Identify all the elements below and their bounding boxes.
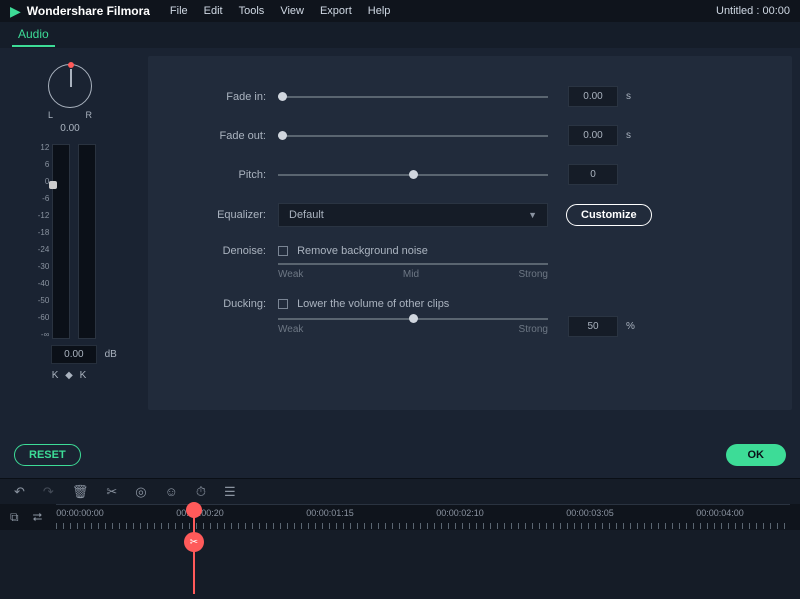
menu-edit[interactable]: Edit (204, 5, 223, 17)
duration-icon[interactable]: ⏱ (196, 484, 206, 500)
playhead-handle-icon[interactable] (186, 502, 202, 518)
speed-icon[interactable]: ☺ (165, 484, 178, 499)
customize-button[interactable]: Customize (566, 204, 652, 226)
app-title: Wondershare Filmora (27, 4, 150, 18)
undo-icon[interactable]: ↶ (14, 484, 25, 500)
pitch-slider[interactable] (278, 174, 548, 176)
fade-out-slider[interactable] (278, 135, 548, 137)
menu-file[interactable]: File (170, 5, 188, 17)
main-menu: File Edit Tools View Export Help (170, 5, 716, 17)
playhead[interactable]: ✂ (193, 504, 195, 594)
left-panel: L R 0.00 1260 -6-12-18 -24-30-40 -50-60-… (0, 48, 140, 418)
menu-help[interactable]: Help (368, 5, 391, 17)
audio-form: Fade in: 0.00 s Fade out: 0.00 s Pitch: … (148, 56, 792, 410)
ducking-checkbox-label: Lower the volume of other clips (297, 298, 449, 310)
fade-out-label: Fade out: (148, 130, 278, 142)
tab-audio[interactable]: Audio (12, 23, 55, 47)
chevron-down-icon: ▼ (528, 210, 537, 220)
denoise-checkbox-label: Remove background noise (297, 245, 428, 257)
footer-buttons: RESET OK (0, 440, 800, 470)
fade-in-slider[interactable] (278, 96, 548, 98)
crop-icon[interactable]: ◎ (135, 484, 146, 500)
app-logo-icon: ▶ (10, 3, 21, 20)
fade-in-unit: s (626, 91, 642, 102)
ok-button[interactable]: OK (726, 444, 787, 466)
ducking-unit: % (626, 321, 642, 332)
fade-in-label: Fade in: (148, 91, 278, 103)
split-icon[interactable]: ✂ (106, 484, 117, 500)
db-unit: dB (105, 349, 117, 360)
pan-knob[interactable] (48, 64, 92, 108)
main-panel: L R 0.00 1260 -6-12-18 -24-30-40 -50-60-… (0, 48, 800, 418)
track-manager-icon[interactable]: ⧉ (10, 510, 19, 525)
pan-value: 0.00 (60, 123, 79, 134)
pan-left-label: L (48, 110, 53, 120)
ducking-value[interactable]: 50 (568, 316, 618, 337)
ducking-label: Ducking: (148, 298, 278, 310)
equalizer-select[interactable]: Default ▼ (278, 203, 548, 227)
level-meter (78, 144, 96, 339)
meter-scale: 1260 -6-12-18 -24-30-40 -50-60-∞ (38, 144, 53, 339)
denoise-slider[interactable] (278, 263, 548, 265)
timeline-ruler-row: ⧉ ⮂ 00:00:00:00 00:00:00:20 00:00:01:15 … (0, 504, 800, 530)
redo-icon[interactable]: ↷ (43, 484, 54, 500)
ducking-slider[interactable] (278, 318, 548, 320)
equalizer-selected: Default (289, 209, 324, 221)
fade-out-unit: s (626, 130, 642, 141)
playhead-split-icon[interactable]: ✂ (184, 532, 204, 552)
fade-out-value[interactable]: 0.00 (568, 125, 618, 146)
document-title: Untitled : 00:00 (716, 5, 790, 17)
menu-view[interactable]: View (280, 5, 304, 17)
equalizer-label: Equalizer: (148, 209, 278, 221)
denoise-checkbox[interactable] (278, 246, 288, 256)
title-bar: ▶ Wondershare Filmora File Edit Tools Vi… (0, 0, 800, 22)
fade-in-value[interactable]: 0.00 (568, 86, 618, 107)
db-value: 0.00 (51, 345, 96, 364)
tab-bar: Audio (0, 22, 800, 48)
link-icon[interactable]: ⮂ (33, 510, 43, 525)
pan-right-label: R (86, 110, 93, 120)
settings-icon[interactable]: ☰ (224, 484, 236, 500)
menu-export[interactable]: Export (320, 5, 352, 17)
timeline-ruler[interactable]: 00:00:00:00 00:00:00:20 00:00:01:15 00:0… (56, 504, 790, 530)
reset-button[interactable]: RESET (14, 444, 81, 466)
delete-icon[interactable]: 🗑 (72, 484, 89, 500)
volume-fader[interactable] (52, 144, 70, 339)
ducking-checkbox[interactable] (278, 299, 288, 309)
timeline-tracks[interactable] (0, 530, 800, 599)
pitch-label: Pitch: (148, 169, 278, 181)
denoise-label: Denoise: (148, 245, 278, 257)
timeline-toolbar: ↶ ↷ 🗑 ✂ ◎ ☺ ⏱ ☰ (0, 478, 800, 504)
pitch-value[interactable]: 0 (568, 164, 618, 185)
keyframe-controls[interactable]: K ◆ K (52, 370, 89, 381)
menu-tools[interactable]: Tools (239, 5, 265, 17)
